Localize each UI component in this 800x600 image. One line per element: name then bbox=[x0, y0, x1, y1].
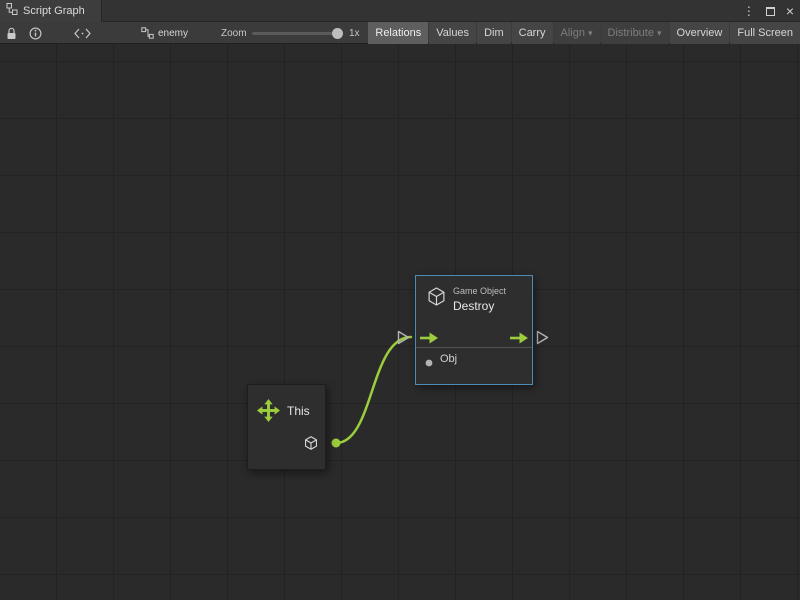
zoom-slider-fill bbox=[252, 32, 336, 35]
graph-name[interactable]: enemy bbox=[158, 22, 188, 44]
obj-input-port[interactable] bbox=[424, 355, 434, 373]
more-menu-icon[interactable]: ⋮ bbox=[743, 5, 755, 17]
toolbar-buttons: Relations Values Dim Carry Align▾ Distri… bbox=[367, 22, 800, 44]
node-divider bbox=[416, 347, 532, 348]
graph-canvas[interactable]: Game Object Destroy Obj bbox=[0, 44, 800, 600]
connection-this-to-destroy[interactable] bbox=[332, 337, 412, 448]
node-destroy[interactable]: Game Object Destroy Obj bbox=[415, 275, 533, 385]
chevron-down-icon: ▾ bbox=[657, 22, 662, 44]
graph-icon bbox=[141, 22, 154, 44]
dim-button[interactable]: Dim bbox=[477, 22, 511, 44]
graph-toolbar: enemy Zoom 1x Relations Values Dim Carry… bbox=[0, 22, 800, 44]
align-dropdown[interactable]: Align▾ bbox=[554, 22, 600, 44]
tab-label: Script Graph bbox=[23, 5, 85, 17]
wires-layer bbox=[0, 44, 800, 600]
zoom-value: 1x bbox=[349, 22, 360, 44]
distribute-dropdown[interactable]: Distribute▾ bbox=[601, 22, 669, 44]
values-button[interactable]: Values bbox=[429, 22, 476, 44]
zoom-label: Zoom bbox=[221, 22, 247, 44]
obj-port-label: Obj bbox=[440, 353, 457, 365]
fullscreen-button[interactable]: Full Screen bbox=[730, 22, 800, 44]
control-output-port[interactable] bbox=[536, 330, 549, 350]
script-graph-window: Script Graph ⋮ × bbox=[0, 0, 800, 600]
node-title: This bbox=[287, 404, 310, 418]
zoom-slider[interactable] bbox=[252, 32, 342, 35]
script-graph-icon bbox=[6, 2, 18, 20]
node-category: Game Object bbox=[453, 286, 506, 296]
info-icon[interactable] bbox=[29, 22, 42, 44]
node-title: Destroy bbox=[453, 299, 494, 313]
game-object-cube-icon bbox=[427, 287, 446, 311]
window-controls: ⋮ × bbox=[743, 0, 794, 22]
chevron-down-icon: ▾ bbox=[588, 22, 593, 44]
game-object-cube-icon bbox=[304, 436, 318, 455]
zoom-slider-knob[interactable] bbox=[332, 28, 343, 39]
lock-icon[interactable] bbox=[6, 22, 17, 44]
tab-script-graph[interactable]: Script Graph bbox=[0, 0, 102, 22]
code-icon[interactable] bbox=[74, 22, 91, 44]
carry-button[interactable]: Carry bbox=[512, 22, 553, 44]
overview-button[interactable]: Overview bbox=[670, 22, 730, 44]
node-this[interactable]: This bbox=[247, 384, 326, 470]
maximize-icon[interactable] bbox=[766, 7, 775, 16]
relations-button[interactable]: Relations bbox=[368, 22, 428, 44]
close-icon[interactable]: × bbox=[786, 4, 794, 18]
this-output-port bbox=[332, 439, 341, 448]
control-input-port[interactable] bbox=[397, 330, 410, 350]
this-move-icon bbox=[257, 399, 280, 427]
title-bar: Script Graph ⋮ × bbox=[0, 0, 800, 22]
